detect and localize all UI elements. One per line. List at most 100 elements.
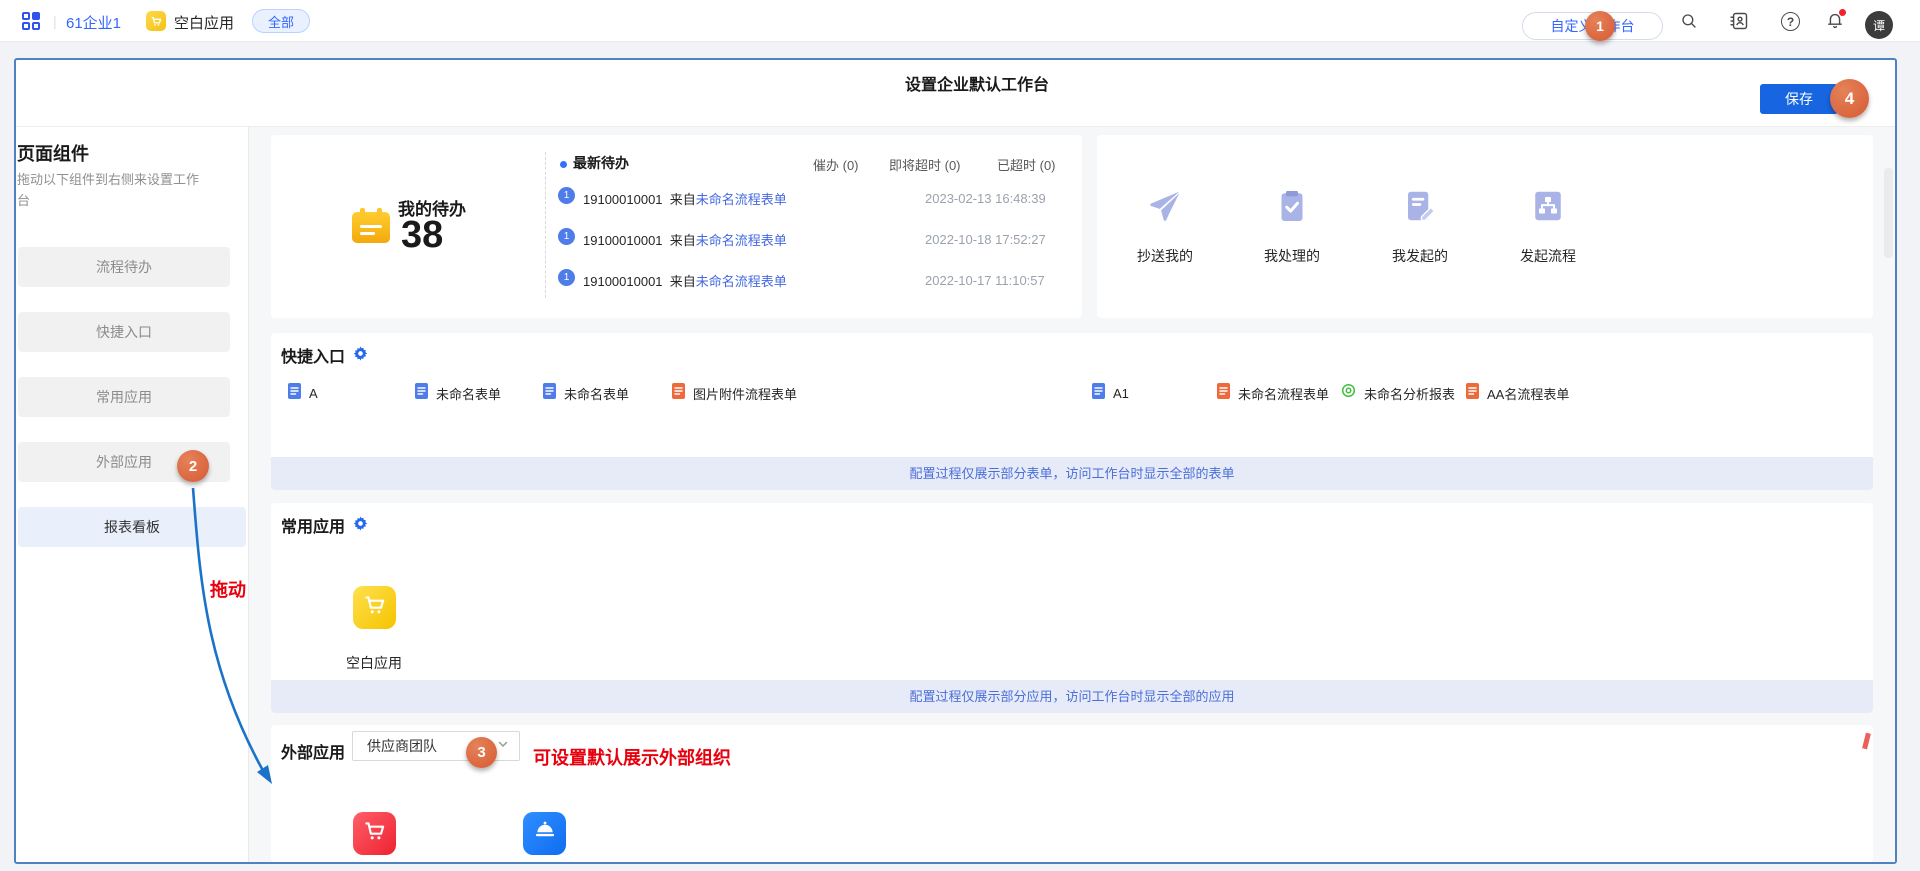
tab-about-to-timeout[interactable]: 即将超时 (0) [889, 155, 961, 174]
todo-from: 来自 [670, 192, 696, 207]
form-file-icon [1217, 383, 1230, 404]
sidebar-item-process-todo[interactable]: 流程待办 [18, 247, 230, 287]
todo-row[interactable]: 19100010001 来自未命名流程表单 [583, 230, 787, 249]
todo-form-link[interactable]: 未命名流程表单 [696, 274, 787, 289]
top-navbar: | 61企业1 空白应用 全部 自定义工作台 ? 谭 [0, 0, 1920, 42]
quick-entry-title: 快捷入口 [281, 343, 345, 367]
row-count-badge: 1 [558, 187, 575, 204]
shortcut-label: 发起流程 [1498, 246, 1598, 266]
sidebar-item-label: 外部应用 [96, 452, 152, 472]
quick-entry-notice: 配置过程仅展示部分表单，访问工作台时显示全部的表单 [271, 457, 1873, 490]
analysis-report-icon [1341, 383, 1356, 403]
latest-todo-label: 最新待办 [573, 153, 629, 173]
external-annotation-note: 可设置默认展示外部组织 [533, 744, 731, 770]
shortcut-label: 我处理的 [1242, 246, 1342, 266]
form-file-icon [1092, 383, 1105, 404]
navbar-separator: | [53, 13, 57, 29]
tab-urge[interactable]: 催办 (0) [813, 155, 859, 174]
annotation-badge-2: 2 [177, 450, 209, 482]
current-app-name[interactable]: 空白应用 [174, 12, 234, 33]
todo-time: 2023-02-13 16:48:39 [925, 191, 1046, 206]
row-count-badge: 1 [558, 269, 575, 286]
company-name[interactable]: 61企业1 [66, 12, 121, 33]
filter-all-label: 全部 [268, 12, 294, 31]
sidebar-subtitle: 拖动以下组件到右侧来设置工作台 [17, 169, 207, 211]
todo-form-link[interactable]: 未命名流程表单 [696, 233, 787, 248]
panel-scrollbar-thumb[interactable] [1884, 168, 1893, 258]
flow-chart-icon [1530, 211, 1566, 228]
external-app-icon-red[interactable] [353, 812, 396, 855]
cloche-icon [532, 818, 558, 849]
quick-entry-item[interactable]: 未命名表单 [543, 384, 629, 402]
sidebar-item-common-apps[interactable]: 常用应用 [18, 377, 230, 417]
shortcut-cc-to-me[interactable]: 抄送我的 [1115, 188, 1215, 266]
sidebar-item-quick-entry[interactable]: 快捷入口 [18, 312, 230, 352]
todo-code: 19100010001 [583, 233, 663, 248]
todo-code: 19100010001 [583, 192, 663, 207]
quick-entry-label: 未命名表单 [436, 384, 501, 403]
sidebar-item-label: 快捷入口 [96, 322, 152, 342]
quick-entry-label: 未命名流程表单 [1238, 384, 1329, 403]
clipboard-check-icon [1274, 211, 1310, 228]
cart-icon [362, 592, 388, 623]
apps-grid-icon[interactable] [22, 12, 40, 30]
form-file-icon [672, 383, 685, 404]
help-icon[interactable]: ? [1781, 12, 1800, 31]
search-icon[interactable] [1678, 10, 1700, 32]
gear-icon[interactable] [353, 346, 368, 366]
shortcut-initiated-by-me[interactable]: 我发起的 [1370, 188, 1470, 266]
quick-entry-label: A1 [1113, 386, 1129, 401]
todo-from: 来自 [670, 233, 696, 248]
quick-entry-item[interactable]: 未命名流程表单 [1217, 384, 1329, 402]
cart-icon [362, 818, 388, 849]
todo-time: 2022-10-17 11:10:57 [925, 273, 1045, 288]
quick-entry-label: 未命名分析报表 [1364, 384, 1455, 403]
todo-code: 19100010001 [583, 274, 663, 289]
filter-all-pill[interactable]: 全部 [252, 9, 310, 33]
avatar[interactable]: 谭 [1865, 11, 1893, 39]
dashed-divider [545, 152, 546, 298]
quick-entry-item[interactable]: A1 [1092, 384, 1129, 402]
page-title: 设置企业默认工作台 [797, 71, 1157, 95]
annotation-badge-3: 3 [466, 737, 497, 768]
shortcut-label: 我发起的 [1370, 246, 1470, 266]
bullet-dot [560, 161, 567, 168]
todo-count: 38 [401, 214, 443, 257]
quick-entry-item[interactable]: 未命名分析报表 [1341, 384, 1455, 402]
todo-row[interactable]: 19100010001 来自未命名流程表单 [583, 189, 787, 208]
bell-icon[interactable] [1824, 9, 1846, 31]
save-button[interactable]: 保存 [1760, 84, 1838, 114]
todo-form-link[interactable]: 未命名流程表单 [696, 192, 787, 207]
shortcut-handled-by-me[interactable]: 我处理的 [1242, 188, 1342, 266]
shortcut-label: 抄送我的 [1115, 246, 1215, 266]
annotation-badge-1: 1 [1585, 11, 1615, 41]
quick-entry-item[interactable]: 未命名表单 [415, 384, 501, 402]
todo-from: 来自 [670, 274, 696, 289]
quick-entry-label: A [309, 386, 318, 401]
header-divider [16, 126, 1895, 127]
doc-edit-icon [1402, 211, 1438, 228]
calendar-icon [352, 212, 390, 243]
quick-entry-label: 未命名表单 [564, 384, 629, 403]
form-file-icon [543, 383, 556, 404]
blank-app-icon[interactable] [353, 586, 396, 629]
todo-row[interactable]: 19100010001 来自未命名流程表单 [583, 271, 787, 290]
form-file-icon [288, 383, 301, 404]
external-app-icon-blue[interactable] [523, 812, 566, 855]
drag-annotation-label: 拖动 [210, 576, 246, 602]
quick-entry-item[interactable]: A [288, 384, 318, 402]
sidebar-title: 页面组件 [17, 140, 89, 166]
gear-icon[interactable] [353, 516, 368, 536]
sidebar-item-label: 常用应用 [96, 387, 152, 407]
quick-entry-item[interactable]: 图片附件流程表单 [672, 384, 797, 402]
quick-entry-label: AA名流程表单 [1487, 384, 1569, 403]
current-app-icon[interactable] [146, 11, 166, 31]
contacts-icon[interactable] [1728, 10, 1750, 32]
form-file-icon [415, 383, 428, 404]
shortcut-start-process[interactable]: 发起流程 [1498, 188, 1598, 266]
common-apps-notice: 配置过程仅展示部分应用，访问工作台时显示全部的应用 [271, 680, 1873, 713]
tab-timed-out[interactable]: 已超时 (0) [997, 155, 1056, 174]
quick-entry-item[interactable]: AA名流程表单 [1466, 384, 1569, 402]
row-count-badge: 1 [558, 228, 575, 245]
todo-time: 2022-10-18 17:52:27 [925, 232, 1046, 247]
